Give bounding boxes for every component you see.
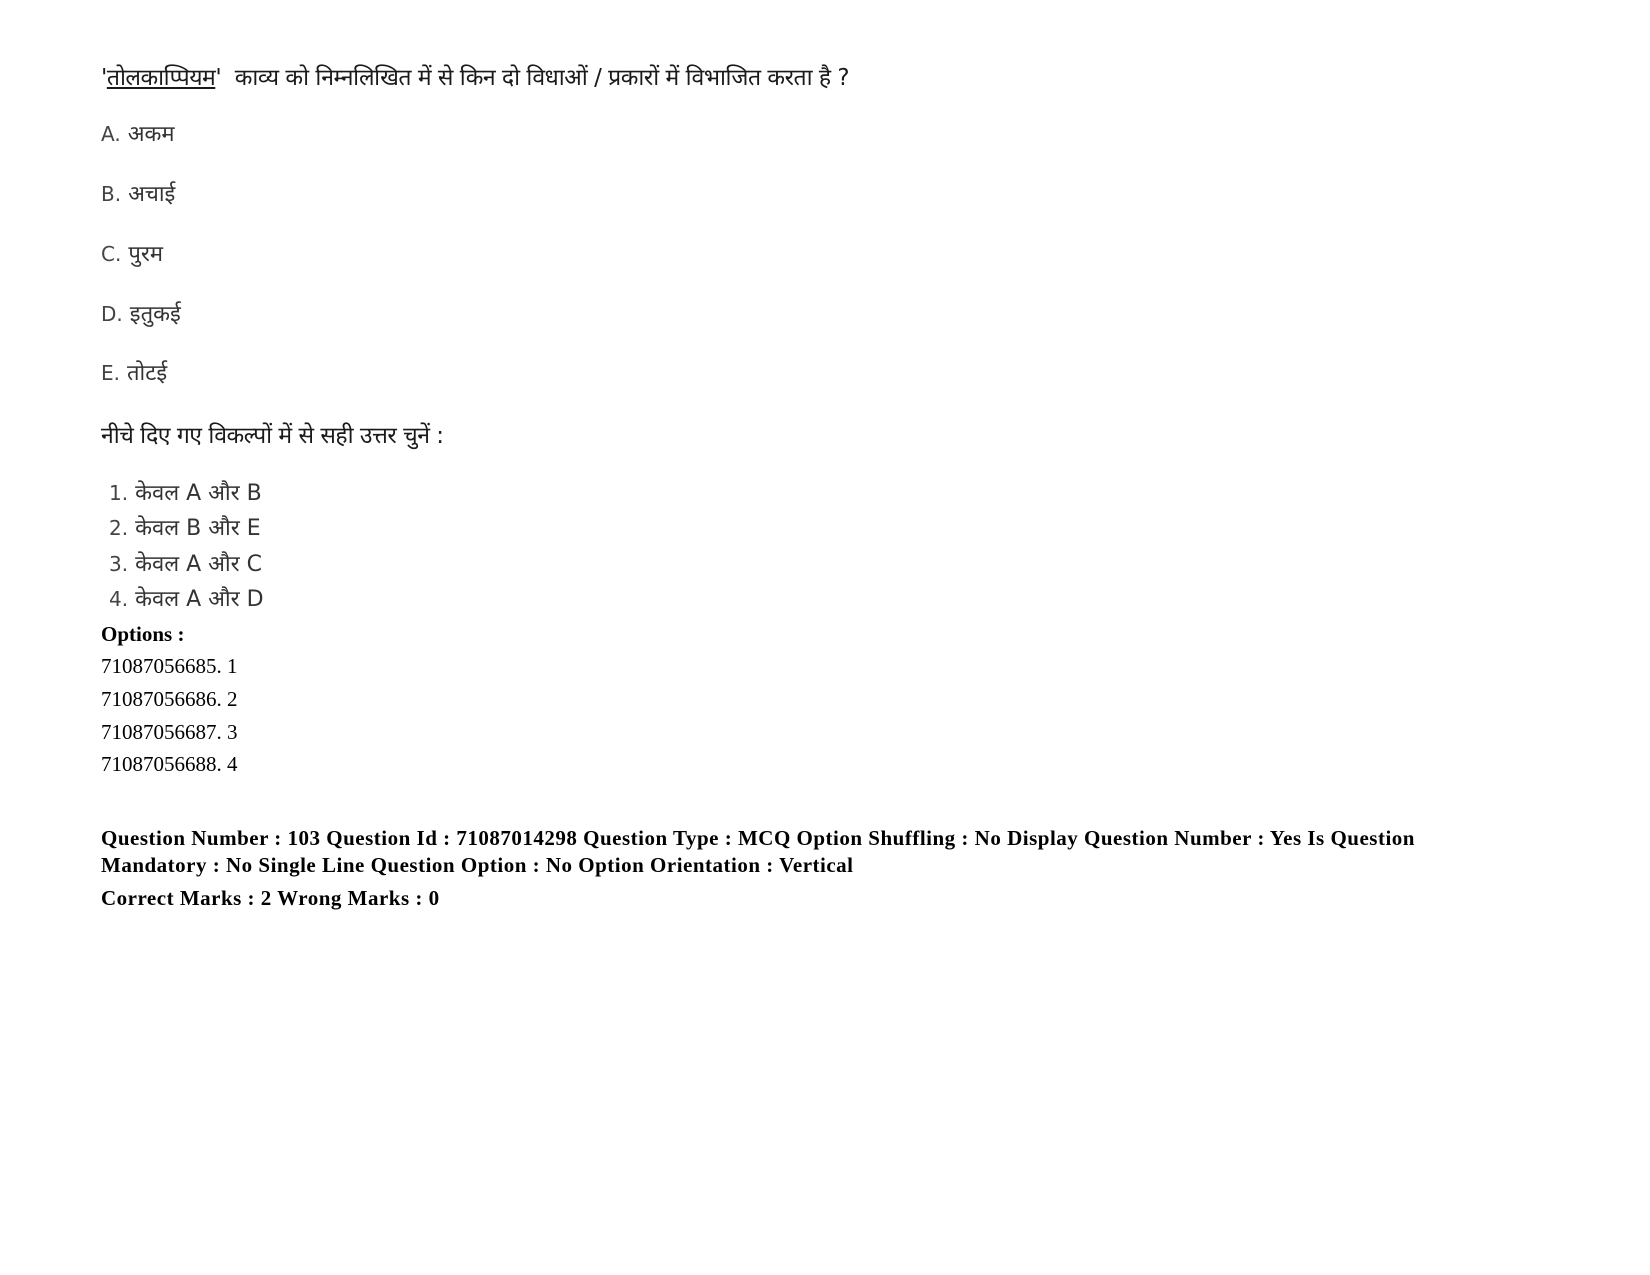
choice-label: 1. xyxy=(109,481,129,505)
choice-text: केवल A और B xyxy=(135,481,262,506)
statement-label: A. xyxy=(101,122,121,146)
statement-c: C. पुरम xyxy=(101,238,163,268)
statement-text: तोटई xyxy=(127,361,168,386)
question-metadata: Question Number : 103 Question Id : 7108… xyxy=(101,826,1415,877)
choice-3: 3. केवल A और C xyxy=(109,548,262,578)
choice-2: 2. केवल B और E xyxy=(109,512,261,542)
statement-label: E. xyxy=(101,361,120,385)
option-id-4: 71087056688. 4 xyxy=(101,752,238,776)
statement-a: A. अकम xyxy=(101,118,175,148)
question-body: काव्य को निम्नलिखित में से किन दो विधाओं… xyxy=(221,65,850,91)
choice-text: केवल B और E xyxy=(135,516,261,541)
option-id-2: 71087056686. 2 xyxy=(101,687,238,711)
statement-text: पुरम xyxy=(128,242,163,267)
choice-1: 1. केवल A और B xyxy=(109,477,262,507)
question-term: तोलकाप्पियम xyxy=(106,65,216,91)
choice-text: केवल A और C xyxy=(135,552,263,577)
question-text: 'तोलकाप्पियम' काव्य को निम्नलिखित में से… xyxy=(101,60,850,92)
statement-d: D. इतुकई xyxy=(101,298,181,328)
instruction-text: नीचे दिए गए विकल्पों में से सही उत्तर चु… xyxy=(101,423,444,449)
statement-label: D. xyxy=(101,302,123,326)
option-id-3: 71087056687. 3 xyxy=(101,720,238,744)
statement-e: E. तोटई xyxy=(101,357,167,387)
statement-label: C. xyxy=(101,242,122,266)
options-heading: Options : xyxy=(101,622,185,646)
statement-label: B. xyxy=(101,182,122,206)
option-id-1: 71087056685. 1 xyxy=(101,654,238,678)
statement-b: B. अचाई xyxy=(101,178,175,208)
choice-label: 2. xyxy=(109,516,129,540)
choice-label: 4. xyxy=(109,587,129,611)
statement-text: इतुकई xyxy=(129,302,181,327)
marks-info: Correct Marks : 2 Wrong Marks : 0 xyxy=(101,886,440,910)
choice-4: 4. केवल A और D xyxy=(109,583,264,613)
choice-label: 3. xyxy=(109,552,129,576)
statement-text: अचाई xyxy=(128,182,176,207)
choice-text: केवल A और D xyxy=(135,587,264,612)
statement-text: अकम xyxy=(127,122,175,147)
